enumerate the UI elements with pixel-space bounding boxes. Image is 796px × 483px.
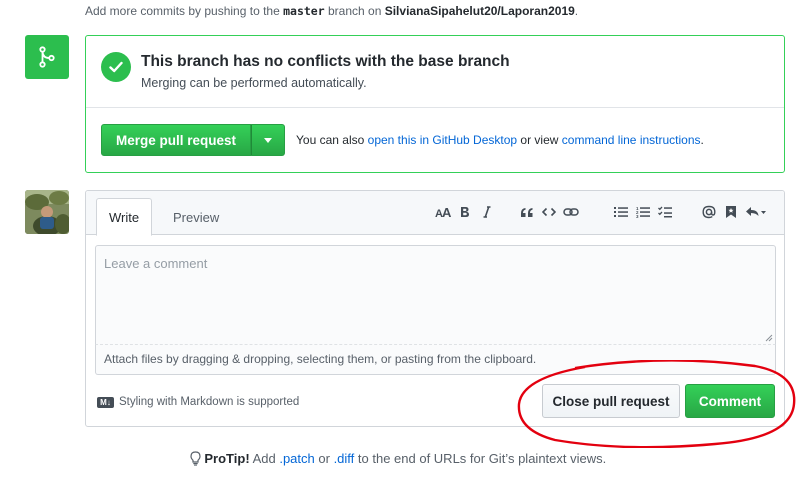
text-format-toolbar: AA — [432, 203, 498, 221]
italic-icon[interactable] — [479, 203, 495, 221]
avatar[interactable] — [25, 190, 69, 234]
merge-actions: Merge pull request You can also open thi… — [101, 124, 704, 156]
merge-status-subtitle: Merging can be performed automatically. — [141, 76, 367, 90]
link-icon[interactable] — [563, 203, 579, 221]
quote-icon[interactable] — [519, 203, 535, 221]
markdown-note[interactable]: M↓ Styling with Markdown is supported — [97, 396, 299, 408]
diff-link[interactable]: .diff — [334, 451, 355, 466]
svg-text:A: A — [442, 206, 451, 218]
reply-icon[interactable] — [745, 203, 767, 221]
merge-pull-request-button[interactable]: Merge pull request — [101, 124, 252, 156]
bold-icon[interactable] — [457, 203, 473, 221]
repo-name: SilvianaSipahelut20/Laporan2019 — [384, 4, 575, 18]
ordered-list-icon[interactable]: 123 — [635, 203, 651, 221]
resize-handle-icon[interactable] — [765, 334, 773, 342]
protip: ProTip! Add .patch or .diff to the end o… — [0, 451, 796, 466]
merge-alternatives: You can also open this in GitHub Desktop… — [296, 133, 704, 147]
caret-down-icon — [264, 137, 273, 143]
file-attach-bar[interactable]: Attach files by dragging & dropping, sel… — [95, 345, 776, 375]
tab-write[interactable]: Write — [96, 198, 153, 236]
attach-files-text: Attach files by dragging & dropping, sel… — [104, 352, 537, 366]
code-icon[interactable] — [541, 203, 557, 221]
merge-status: This branch has no conflicts with the ba… — [86, 36, 784, 108]
comment-form: Write Preview AA 1 2 3 Leave a comment A… — [85, 190, 785, 427]
protip-label: ProTip! — [204, 451, 250, 466]
markdown-icon: M↓ — [97, 396, 114, 408]
comment-placeholder: Leave a comment — [104, 256, 208, 271]
saved-reply-icon[interactable] — [723, 203, 739, 221]
push-commits-note: Add more commits by pushing to the maste… — [85, 4, 579, 18]
merge-status-title: This branch has no conflicts with the ba… — [141, 53, 510, 70]
branch-name: master — [283, 4, 325, 18]
list-toolbar: 123 — [610, 203, 676, 221]
mention-icon[interactable] — [701, 203, 717, 221]
comment-button[interactable]: Comment — [685, 384, 775, 418]
heading-icon[interactable]: AA — [435, 203, 451, 221]
unordered-list-icon[interactable] — [613, 203, 629, 221]
close-pull-request-button[interactable]: Close pull request — [542, 384, 680, 418]
merge-panel: This branch has no conflicts with the ba… — [85, 35, 785, 173]
patch-link[interactable]: .patch — [279, 451, 314, 466]
open-in-desktop-link[interactable]: open this in GitHub Desktop — [368, 133, 517, 147]
lightbulb-icon — [190, 451, 201, 466]
svg-text:3: 3 — [636, 214, 639, 218]
insert-toolbar — [516, 203, 582, 221]
markdown-note-text: Styling with Markdown is supported — [119, 396, 300, 408]
tab-preview[interactable]: Preview — [161, 198, 231, 236]
comment-textarea[interactable]: Leave a comment — [95, 245, 776, 345]
extra-toolbar — [698, 203, 770, 221]
git-merge-icon — [25, 35, 69, 79]
task-list-icon[interactable] — [657, 203, 673, 221]
merge-button-group: Merge pull request — [101, 124, 286, 156]
merge-method-dropdown[interactable] — [251, 124, 286, 156]
check-icon — [101, 52, 131, 82]
comment-header: Write Preview AA 1 2 3 — [86, 191, 784, 236]
command-line-instructions-link[interactable]: command line instructions — [562, 133, 701, 147]
